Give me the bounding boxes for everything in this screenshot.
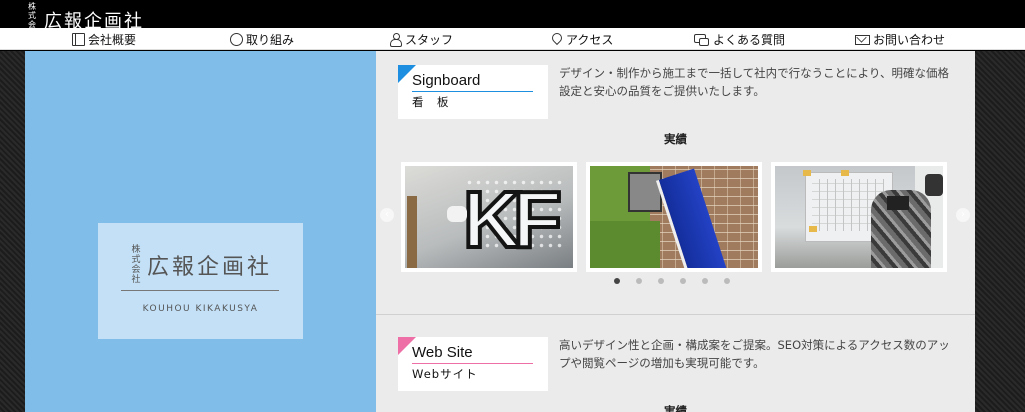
service-description: 高いデザイン性と企画・構成案をご提案。SEO対策によるアクセス数のアップや閲覧ペ… [559, 338, 950, 370]
hero-romaji-name: KOUHOU KIKAKUSYA [142, 304, 259, 314]
results-carousel: K F [401, 162, 948, 272]
global-nav: 会社概要 取り組み スタッフ アクセス よくある質問 お問い合わせ [0, 28, 1025, 50]
nav-item-label: よくある質問 [713, 33, 786, 47]
service-name-en: Signboard [412, 72, 481, 89]
results-heading: 実績 [664, 132, 687, 146]
service-name-jp: 看 板 [412, 95, 450, 109]
nav-item-label: スタッフ [405, 33, 454, 47]
person-icon [389, 33, 402, 47]
accent-underline [412, 91, 533, 92]
hero-divider [121, 290, 279, 291]
signboard-photo-blue-board [590, 166, 758, 268]
service-description: デザイン・制作から施工まで一括して社内で行なうことにより、明確な価格設定と安心の… [559, 66, 949, 98]
nav-item-label: 取り組み [246, 33, 295, 47]
accent-underline [412, 363, 533, 364]
carousel-slide[interactable] [771, 162, 947, 272]
service-name-en: Web Site [412, 344, 473, 361]
book-icon [72, 33, 85, 46]
left-pattern-background [0, 51, 25, 412]
map-pin-icon [550, 33, 563, 46]
chat-bubbles-icon [694, 33, 710, 46]
hero-company-name: 広報企画社 [146, 255, 272, 280]
nav-item-contact[interactable]: お問い合わせ [855, 31, 945, 48]
envelope-icon [855, 34, 870, 45]
services-panel: Signboard 看 板 デザイン・制作から施工まで一括して社内で行なうことに… [376, 51, 975, 412]
carousel-dot[interactable] [724, 278, 730, 284]
carousel-dot[interactable] [614, 278, 620, 284]
hero-panel: 株式会社 広報企画社 KOUHOU KIKAKUSYA [25, 51, 376, 412]
nav-item-staff[interactable]: スタッフ [389, 31, 453, 48]
signboard-photo-letters: K F [405, 166, 573, 268]
section-divider [376, 314, 975, 315]
nav-item-label: お問い合わせ [873, 33, 946, 47]
service-label-signboard: Signboard 看 板 [398, 65, 548, 119]
hero-logo-card: 株式会社 広報企画社 KOUHOU KIKAKUSYA [98, 223, 303, 339]
carousel-dot[interactable] [702, 278, 708, 284]
carousel-slide[interactable]: K F [401, 162, 577, 272]
carousel-dot[interactable] [636, 278, 642, 284]
results-heading: 実績 [664, 404, 687, 412]
signboard-photo-installation [775, 166, 943, 268]
carousel-dot[interactable] [680, 278, 686, 284]
carousel-slide[interactable] [586, 162, 762, 272]
nav-item-faq[interactable]: よくある質問 [694, 31, 785, 48]
nav-item-label: 会社概要 [88, 33, 137, 47]
nav-item-label: アクセス [566, 33, 614, 47]
carousel-next-icon[interactable]: › [956, 208, 970, 222]
carousel-prev-icon[interactable]: ‹ [380, 208, 394, 222]
circle-icon [230, 33, 243, 46]
nav-item-company[interactable]: 会社概要 [72, 31, 136, 48]
nav-item-initiatives[interactable]: 取り組み [230, 31, 294, 48]
carousel-pagination [614, 278, 746, 284]
top-header-bar: 株式会社 広報企画社 [0, 0, 1025, 38]
nav-item-access[interactable]: アクセス [550, 31, 613, 48]
hero-logo-name: 株式会社 広報企画社 [98, 245, 303, 285]
right-pattern-background [975, 51, 1025, 412]
hero-kabu-text: 株式会社 [131, 245, 141, 285]
carousel-dot[interactable] [658, 278, 664, 284]
service-name-jp: Webサイト [412, 367, 478, 381]
service-label-website: Web Site Webサイト [398, 337, 548, 391]
